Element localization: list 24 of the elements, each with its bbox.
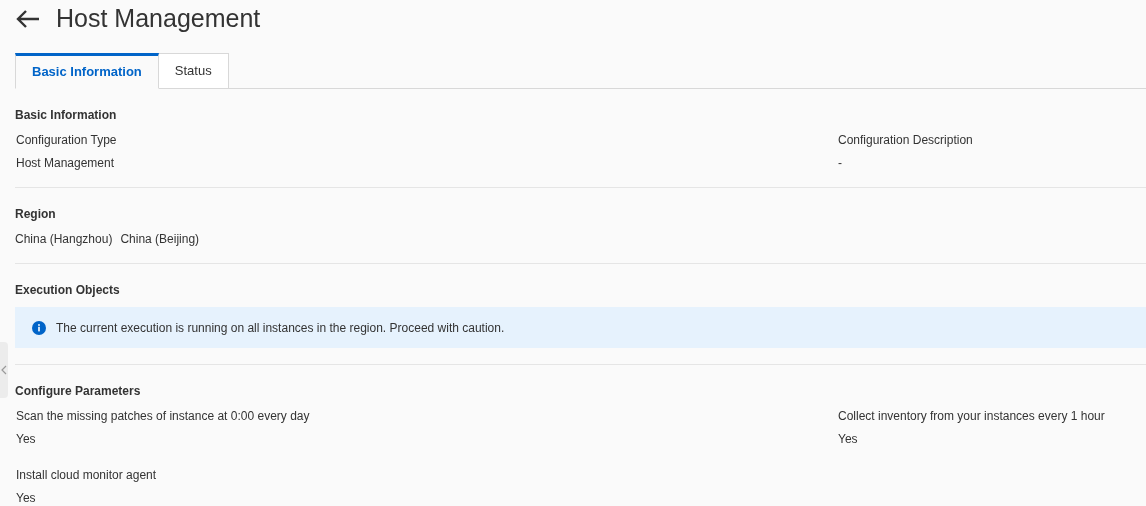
field-label: Collect inventory from your instances every 1 hour bbox=[838, 408, 1106, 424]
field-label: Install cloud monitor agent bbox=[16, 467, 158, 483]
page-title: Host Management bbox=[56, 3, 261, 35]
field-label: Configuration Type bbox=[16, 132, 118, 148]
collapse-handle[interactable] bbox=[0, 342, 8, 398]
tab[interactable]: Status bbox=[158, 53, 229, 89]
region-value: China (Hangzhou) bbox=[15, 231, 113, 247]
field-value: Yes bbox=[838, 431, 858, 447]
field-value: Yes bbox=[16, 490, 36, 506]
section-title: Configure Parameters bbox=[15, 383, 142, 399]
alert-message: The current execution is running on all instances in the region. Proceed with caution. bbox=[56, 319, 505, 337]
tab[interactable]: Basic Information bbox=[15, 53, 159, 89]
back-arrow-icon[interactable] bbox=[16, 10, 40, 28]
info-icon bbox=[32, 320, 46, 335]
chevron-left-icon bbox=[1, 365, 7, 375]
section-title: Basic Information bbox=[15, 107, 118, 123]
field-value: - bbox=[838, 155, 842, 171]
field-value: Host Management bbox=[16, 155, 115, 171]
section-title: Region bbox=[15, 206, 57, 222]
field-value: Yes bbox=[16, 431, 36, 447]
region-value: China (Beijing) bbox=[120, 231, 200, 247]
section-title: Execution Objects bbox=[15, 282, 121, 298]
field-label: Configuration Description bbox=[838, 132, 974, 148]
field-label: Scan the missing patches of instance at 0:00 every day bbox=[16, 408, 311, 424]
